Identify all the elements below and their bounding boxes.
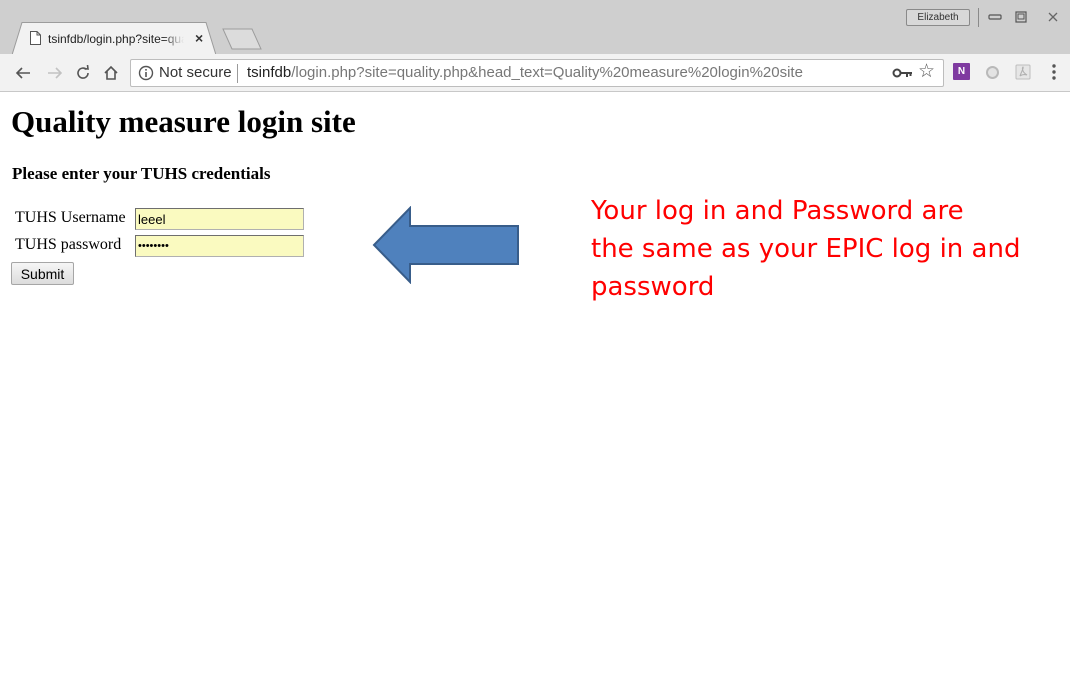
back-icon[interactable] — [12, 63, 34, 83]
annotation-text: Your log in and Password are the same as… — [591, 192, 1021, 306]
new-tab-button[interactable] — [222, 28, 262, 50]
forward-icon[interactable] — [44, 63, 66, 83]
url-host: tsinfdb — [247, 64, 292, 81]
info-icon[interactable] — [138, 65, 154, 81]
username-field[interactable] — [135, 208, 304, 230]
restore-icon[interactable] — [1008, 6, 1034, 27]
username-label: TUHS Username — [15, 209, 126, 226]
submit-button[interactable]: Submit — [11, 262, 74, 285]
page-subtitle: Please enter your TUHS credentials — [12, 164, 271, 183]
onenote-icon[interactable]: N — [953, 63, 970, 80]
tab-close-icon[interactable]: × — [195, 31, 203, 45]
page-icon — [30, 31, 41, 45]
security-status[interactable]: Not secure — [159, 64, 232, 81]
annotation-line: the same as your EPIC log in and — [591, 234, 1021, 264]
pdf-icon[interactable] — [1015, 64, 1031, 80]
address-separator — [237, 64, 238, 83]
extension-icon[interactable] — [986, 66, 999, 79]
reload-icon[interactable] — [72, 63, 94, 83]
close-icon[interactable] — [1040, 6, 1066, 27]
window-controls — [978, 6, 1066, 27]
annotation-line: Your log in and Password are — [591, 196, 964, 226]
profile-button[interactable]: Elizabeth — [906, 9, 970, 26]
bookmark-star-icon[interactable]: ☆ — [918, 62, 935, 81]
page-title: Quality measure login site — [11, 104, 356, 139]
password-label: TUHS password — [15, 236, 122, 253]
password-field[interactable] — [135, 235, 304, 257]
home-icon[interactable] — [100, 63, 122, 83]
menu-icon[interactable] — [1050, 63, 1058, 81]
left-arrow-annotation — [372, 206, 519, 284]
key-icon[interactable] — [892, 65, 914, 81]
url-text[interactable]: tsinfdb/login.php?site=quality.php&head_… — [247, 64, 803, 81]
url-path: /login.php?site=quality.php&head_text=Qu… — [291, 64, 803, 81]
minimize-icon[interactable] — [982, 6, 1008, 27]
annotation-line: password — [591, 272, 715, 302]
tab-title[interactable]: tsinfdb/login.php?site=quality.php&head_… — [48, 32, 184, 46]
